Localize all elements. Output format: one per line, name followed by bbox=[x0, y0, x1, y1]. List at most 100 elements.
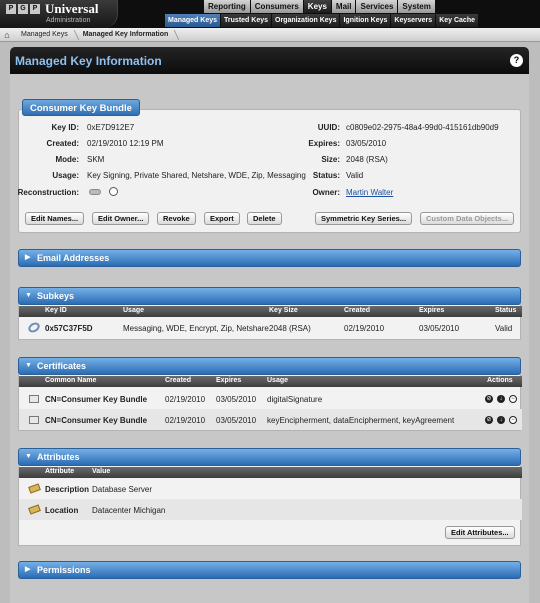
edit-owner-button[interactable]: Edit Owner... bbox=[92, 212, 150, 225]
col-expires: Expires bbox=[216, 377, 242, 384]
download-cert-icon[interactable]: ↓ bbox=[497, 395, 505, 403]
col-created: Created bbox=[344, 307, 371, 314]
subkey-id: 0x57C37F5D bbox=[45, 324, 93, 333]
created-label: Created: bbox=[46, 139, 79, 148]
edit-attributes-button[interactable]: Edit Attributes... bbox=[445, 526, 515, 539]
sub-nav: Managed Keys Trusted Keys Organization K… bbox=[165, 14, 478, 27]
subkeys-table: Key ID Usage Key Size Created Expires St… bbox=[18, 305, 522, 340]
subtab-key-cache[interactable]: Key Cache bbox=[436, 14, 478, 27]
tag-icon bbox=[28, 504, 41, 515]
reconstruction-toggle-icon[interactable] bbox=[89, 189, 101, 195]
tab-consumers[interactable]: Consumers bbox=[250, 0, 303, 13]
uuid-value: c0809e02-2975-48a4-99d0-415161db90d9 bbox=[346, 123, 499, 132]
subkey-status: Valid bbox=[495, 324, 513, 333]
section-title: Subkeys bbox=[37, 291, 75, 301]
attribute-value: Datacenter Michigan bbox=[92, 506, 166, 515]
owner-label: Owner: bbox=[312, 188, 340, 197]
revoke-button[interactable]: Revoke bbox=[157, 212, 196, 225]
email-addresses-section[interactable]: ▶ Email Addresses bbox=[18, 249, 521, 267]
reconstruction-info-icon[interactable] bbox=[109, 187, 118, 196]
delete-cert-icon[interactable]: − bbox=[509, 395, 517, 403]
key-icon bbox=[26, 320, 42, 335]
cert-common-name: CN=Consumer Key Bundle bbox=[45, 416, 148, 425]
status-value: Valid bbox=[346, 171, 364, 180]
logo-letter: G bbox=[18, 4, 28, 14]
revoke-cert-icon[interactable]: ⊘ bbox=[485, 416, 493, 424]
col-usage: Usage bbox=[267, 377, 289, 384]
page-title: Managed Key Information bbox=[15, 54, 162, 68]
permissions-section[interactable]: ▶ Permissions bbox=[18, 561, 521, 579]
col-status: Status bbox=[495, 307, 517, 314]
col-key-id: Key ID bbox=[45, 307, 67, 314]
cert-usage: digitalSignature bbox=[267, 395, 323, 404]
revoke-cert-icon[interactable]: ⊘ bbox=[485, 395, 493, 403]
table-row[interactable]: Description Database Server bbox=[19, 479, 522, 499]
attributes-table: Attribute Value Description Database Ser… bbox=[18, 466, 522, 546]
home-icon[interactable]: ⌂ bbox=[0, 30, 14, 40]
certificates-section[interactable]: ▼ Certificates bbox=[18, 357, 521, 375]
expand-arrow-icon: ▶ bbox=[25, 254, 31, 261]
tab-system[interactable]: System bbox=[398, 0, 435, 13]
section-title: Email Addresses bbox=[37, 253, 110, 263]
breadcrumb: ⌂ Managed Keys Managed Key Information bbox=[0, 28, 540, 42]
col-common-name: Common Name bbox=[45, 377, 97, 384]
help-icon[interactable]: ? bbox=[510, 54, 523, 67]
subkeys-section[interactable]: ▼ Subkeys bbox=[18, 287, 521, 305]
main-nav: Reporting Consumers Keys Mail Services S… bbox=[204, 0, 435, 13]
subtab-trusted-keys[interactable]: Trusted Keys bbox=[221, 14, 271, 27]
owner-link[interactable]: Martin Walter bbox=[346, 188, 393, 197]
certificates-table: Common Name Created Expires Usage Action… bbox=[18, 375, 522, 431]
subtab-keyservers[interactable]: Keyservers bbox=[391, 14, 436, 27]
attributes-section[interactable]: ▼ Attributes bbox=[18, 448, 521, 466]
col-actions: Actions bbox=[487, 377, 513, 384]
delete-cert-icon[interactable]: − bbox=[509, 416, 517, 424]
cert-created: 02/19/2010 bbox=[165, 395, 206, 404]
attribute-name: Description bbox=[45, 485, 90, 494]
uuid-label: UUID: bbox=[317, 123, 340, 132]
table-row[interactable]: CN=Consumer Key Bundle 02/19/2010 03/05/… bbox=[19, 389, 522, 409]
delete-button[interactable]: Delete bbox=[247, 212, 282, 225]
col-value: Value bbox=[92, 468, 111, 475]
tab-mail[interactable]: Mail bbox=[331, 0, 356, 13]
tab-keys[interactable]: Keys bbox=[303, 0, 331, 13]
col-expires: Expires bbox=[419, 307, 445, 314]
key-id-value: 0xE7D912E7 bbox=[87, 123, 135, 132]
expand-arrow-icon: ▶ bbox=[25, 566, 31, 573]
subkey-usage: Messaging, WDE, Encrypt, Zip, Netshare bbox=[123, 324, 269, 333]
symmetric-key-series-button[interactable]: Symmetric Key Series... bbox=[315, 212, 413, 225]
section-title: Certificates bbox=[37, 361, 87, 371]
edit-names-button[interactable]: Edit Names... bbox=[25, 212, 85, 225]
cert-expires: 03/05/2010 bbox=[216, 416, 257, 425]
size-value: 2048 (RSA) bbox=[346, 155, 388, 164]
owner-value: Martin Walter bbox=[346, 188, 393, 197]
cert-usage: keyEncipherment, dataEncipherment, keyAg… bbox=[267, 416, 455, 425]
table-row[interactable]: 0x57C37F5D Messaging, WDE, Encrypt, Zip,… bbox=[19, 318, 522, 338]
attribute-name: Location bbox=[45, 506, 79, 515]
collapse-arrow-icon: ▼ bbox=[25, 292, 32, 299]
usage-value: Key Signing, Private Shared, Netshare, W… bbox=[87, 171, 306, 180]
tab-reporting[interactable]: Reporting bbox=[204, 0, 250, 13]
download-cert-icon[interactable]: ↓ bbox=[497, 416, 505, 424]
status-label: Status: bbox=[312, 171, 340, 180]
table-row[interactable]: CN=Consumer Key Bundle 02/19/2010 03/05/… bbox=[19, 409, 522, 430]
brand-subtitle: Administration bbox=[46, 17, 91, 24]
tab-services[interactable]: Services bbox=[356, 0, 398, 13]
certificate-icon bbox=[29, 395, 39, 403]
export-button[interactable]: Export bbox=[204, 212, 240, 225]
expires-value: 03/05/2010 bbox=[346, 139, 387, 148]
cert-created: 02/19/2010 bbox=[165, 416, 206, 425]
subtab-ignition-keys[interactable]: Ignition Keys bbox=[340, 14, 391, 27]
subtab-organization-keys[interactable]: Organization Keys bbox=[272, 14, 340, 27]
section-title: Attributes bbox=[37, 452, 80, 462]
subtab-managed-keys[interactable]: Managed Keys bbox=[165, 14, 221, 27]
created-value: 02/19/2010 12:19 PM bbox=[87, 139, 164, 148]
collapse-arrow-icon: ▼ bbox=[25, 362, 32, 369]
key-id-label: Key ID: bbox=[51, 123, 79, 132]
subkey-expires: 03/05/2010 bbox=[419, 324, 460, 333]
subkey-created: 02/19/2010 bbox=[344, 324, 385, 333]
breadcrumb-managed-keys[interactable]: Managed Keys bbox=[14, 28, 76, 42]
subkeys-table-header: Key ID Usage Key Size Created Expires St… bbox=[19, 306, 522, 317]
reconstruction-label: Reconstruction: bbox=[17, 188, 79, 197]
table-row[interactable]: Location Datacenter Michigan bbox=[19, 499, 522, 520]
page-header: Managed Key Information ? bbox=[10, 47, 529, 74]
